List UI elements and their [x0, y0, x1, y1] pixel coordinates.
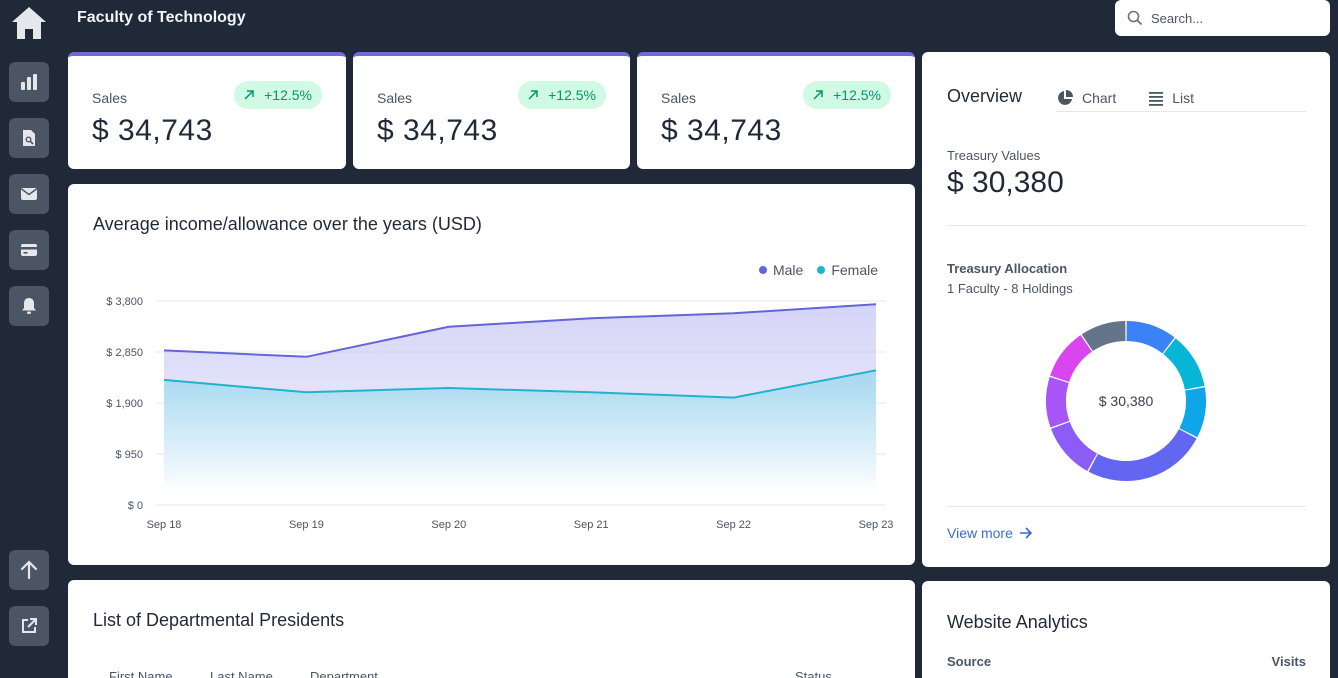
stat-label: Sales	[377, 90, 413, 106]
stat-value: $ 34,743	[377, 114, 498, 147]
view-more-label: View more	[947, 525, 1013, 541]
trend-up-icon	[813, 90, 823, 100]
external-link-icon	[22, 618, 37, 633]
sidebar-item-payments[interactable]	[9, 230, 49, 270]
stat-change-badge: +12.5%	[234, 81, 322, 109]
x-tick-label: Sep 20	[431, 519, 466, 531]
overview-card: Overview Chart List Treasury Values $ 30…	[922, 52, 1330, 567]
presidents-title: List of Departmental Presidents	[93, 610, 345, 630]
arrow-up-icon	[20, 560, 38, 580]
list-icon	[1149, 91, 1164, 106]
search-icon	[1127, 10, 1143, 26]
search-input[interactable]	[1151, 10, 1321, 26]
x-tick-label: Sep 22	[716, 519, 751, 531]
scroll-top-button[interactable]	[9, 550, 49, 590]
sidebar-item-search-docs[interactable]	[9, 118, 49, 158]
website-analytics-card: Website Analytics Source Visits	[922, 581, 1330, 678]
column-header-status[interactable]: Status	[795, 669, 832, 678]
stat-card-sales-2: Sales +12.5% $ 34,743	[353, 52, 630, 169]
search-box[interactable]	[1115, 0, 1330, 36]
treasury-value: $ 30,380	[947, 166, 1064, 199]
divider	[947, 506, 1306, 507]
overview-title: Overview	[947, 86, 1023, 106]
external-link-button[interactable]	[9, 606, 49, 646]
divider	[947, 225, 1306, 226]
stat-card-sales-1: Sales +12.5% $ 34,743	[68, 52, 346, 169]
stat-card-sales-3: Sales +12.5% $ 34,743	[637, 52, 915, 169]
y-tick-label: $ 0	[128, 500, 143, 512]
allocation-title: Treasury Allocation	[947, 261, 1068, 276]
sidebar-item-notifications[interactable]	[9, 286, 49, 326]
view-more-link[interactable]: View more	[947, 525, 1033, 541]
presidents-card: List of Departmental Presidents First Na…	[68, 580, 915, 678]
y-tick-label: $ 1,900	[106, 398, 143, 410]
analytics-title: Website Analytics	[947, 612, 1088, 632]
search-doc-icon	[23, 130, 35, 146]
x-tick-label: Sep 19	[289, 519, 324, 531]
column-header-department[interactable]: Department	[310, 669, 378, 678]
tab-label: Chart	[1082, 89, 1117, 106]
y-tick-label: $ 950	[115, 449, 143, 461]
tab-list[interactable]: List	[1148, 84, 1194, 111]
bell-icon	[22, 298, 36, 314]
sidebar-item-messages[interactable]	[9, 174, 49, 214]
trend-up-icon	[244, 90, 254, 100]
stat-label: Sales	[92, 90, 128, 106]
home-icon	[12, 7, 46, 39]
trend-up-icon	[528, 90, 538, 100]
home-button[interactable]	[10, 4, 48, 42]
x-tick-label: Sep 18	[147, 519, 182, 531]
stat-change-badge: +12.5%	[518, 81, 606, 109]
y-tick-label: $ 3,800	[106, 296, 143, 308]
mail-icon	[21, 188, 37, 200]
stat-change: +12.5%	[548, 87, 596, 103]
column-header-visits: Visits	[1271, 654, 1306, 669]
app-title: Faculty of Technology	[77, 9, 246, 26]
stat-value: $ 34,743	[92, 114, 213, 147]
x-tick-label: Sep 21	[574, 519, 609, 531]
y-tick-label: $ 2,850	[106, 347, 143, 359]
donut-center-value: $ 30,380	[1098, 393, 1154, 409]
income-area-chart: $ 3,800 $ 2,850 $ 1,900 $ 950 $ 0 Sep 18 Sep …	[106, 296, 894, 531]
column-header-first-name[interactable]: First Name	[109, 669, 173, 678]
stat-change-badge: +12.5%	[803, 81, 891, 109]
stat-change: +12.5%	[833, 87, 881, 103]
arrow-right-icon	[1019, 527, 1033, 539]
stat-value: $ 34,743	[661, 114, 782, 147]
card-icon	[21, 244, 37, 256]
x-tick-label: Sep 23	[859, 519, 894, 531]
income-chart-card: Average income/allowance over the years …	[68, 184, 915, 565]
overview-tabs: Chart List	[1056, 84, 1306, 112]
column-header-source: Source	[947, 654, 992, 669]
bar-chart-icon	[21, 74, 37, 90]
stat-change: +12.5%	[264, 87, 312, 103]
sidebar-item-analytics[interactable]	[9, 62, 49, 102]
tab-label: List	[1172, 89, 1195, 106]
column-header-last-name[interactable]: Last Name	[210, 669, 273, 678]
pie-chart-icon	[1058, 89, 1073, 105]
treasury-label: Treasury Values	[947, 148, 1041, 163]
stat-label: Sales	[661, 90, 697, 106]
tab-chart[interactable]: Chart	[1056, 84, 1116, 111]
allocation-subtitle: 1 Faculty - 8 Holdings	[947, 281, 1073, 296]
